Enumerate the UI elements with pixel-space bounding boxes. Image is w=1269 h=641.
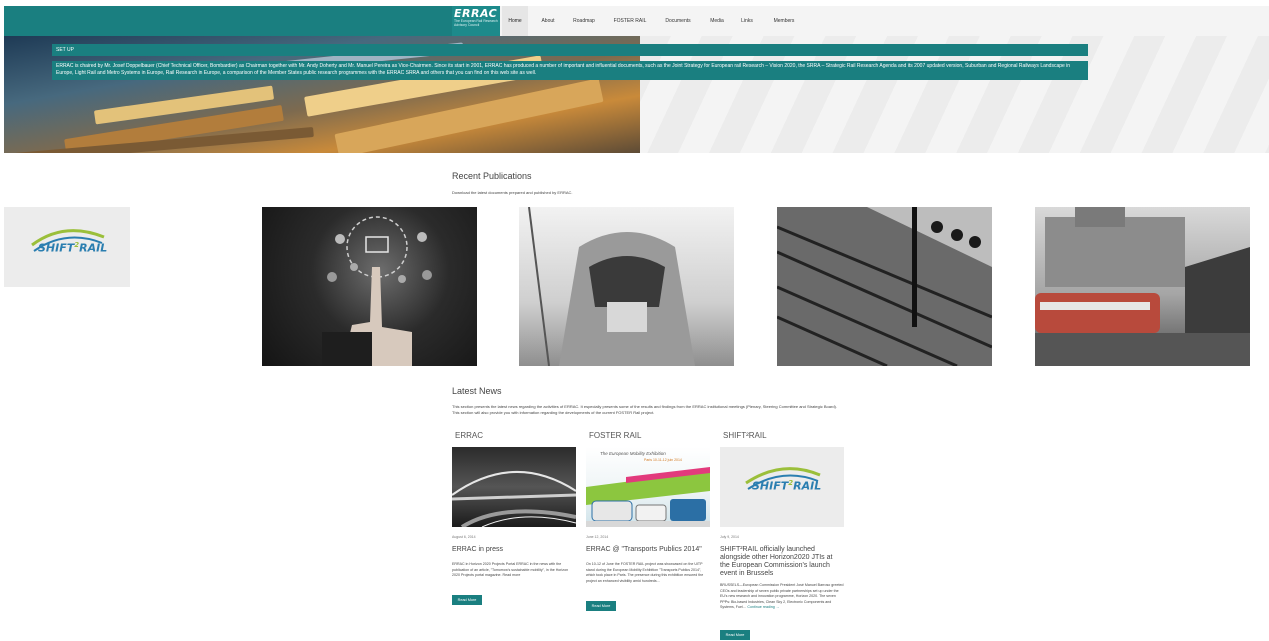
news-excerpt: On 10-12 of June the FOSTER RAIL project… (586, 562, 704, 583)
publication-thumbnail-station-tracks[interactable] (777, 207, 992, 366)
news-title-link[interactable]: ERRAC @ "Transports Publics 2014" (586, 546, 710, 554)
publication-thumbnail-city-train[interactable] (1035, 207, 1250, 366)
news-heading: Latest News (452, 386, 502, 396)
publication-thumbnail-train-snow[interactable] (519, 207, 734, 366)
train-front-icon (528, 207, 695, 366)
exhibition-caption: The European Mobility Exhibition (600, 451, 666, 456)
news-intro: This section presents the latest news re… (452, 404, 837, 415)
nav-members[interactable]: Members (768, 6, 800, 36)
read-more-button[interactable]: Read More (452, 595, 482, 605)
touch-hand-icon (322, 216, 432, 366)
read-more-button[interactable]: Read More (586, 601, 616, 611)
errac-logo[interactable]: ERRAC The European Rail Research Advisor… (452, 6, 500, 36)
logo-tagline: The European Rail Research Advisory Coun… (454, 19, 498, 27)
nav-links[interactable]: Links (736, 6, 758, 36)
news-date: August 6, 2014 (452, 535, 476, 539)
news-date: June 12, 2014 (586, 535, 609, 539)
news-image-shift2rail-logo[interactable]: SHIFT2RAIL (720, 447, 844, 527)
news-column-heading-shift2rail: SHIFT²RAIL (723, 431, 767, 440)
header-teal-strip (4, 6, 500, 36)
setup-description: ERRAC is chaired by Mr. Josef Doppelbaue… (52, 61, 1088, 80)
nav-about[interactable]: About (536, 6, 560, 36)
continue-reading-link[interactable]: Continue reading → (747, 605, 779, 609)
read-more-button[interactable]: Read More (720, 630, 750, 640)
shift2rail-logo-card[interactable]: SHIFT2RAIL (4, 207, 130, 287)
news-title-link[interactable]: ERRAC in press (452, 546, 576, 554)
rail-tracks-icon (777, 207, 992, 366)
publication-thumbnail-technology[interactable] (262, 207, 477, 366)
nav-roadmap[interactable]: Roadmap (568, 6, 600, 36)
nav-foster-rail[interactable]: FOSTER RAIL (610, 6, 650, 36)
news-title-link[interactable]: SHIFT²RAIL officially launched alongside… (720, 546, 844, 578)
news-column-heading-errac: ERRAC (455, 431, 484, 440)
bridge-icon (452, 471, 576, 527)
news-image-bridge[interactable] (452, 447, 576, 527)
news-excerpt-text: BRUSSELS—European Commission President J… (720, 583, 844, 609)
shift2rail-logo: SHIFT2RAIL (752, 479, 822, 493)
news-excerpt: BRUSSELS—European Commission President J… (720, 583, 844, 611)
nav-home[interactable]: Home (502, 6, 528, 36)
nav-media[interactable]: Media (706, 6, 728, 36)
news-excerpt: ERRAC in Horizon 2020 Projects Portal ER… (452, 562, 569, 577)
setup-label-bar: SET UP (52, 44, 1088, 56)
news-column-heading-foster-rail: FOSTER RAIL (589, 431, 642, 440)
news-image-mobility-exhibition[interactable]: The European Mobility Exhibition Paris 1… (586, 447, 710, 527)
exhibition-dates: Paris 10-11-12 juin 2014 (644, 458, 682, 462)
city-train-icon (1035, 207, 1250, 366)
news-date: July 9, 2014 (720, 535, 739, 539)
shift2rail-logo: SHIFT2RAIL (38, 241, 108, 255)
publications-subtitle: Download the latest documents prepared a… (452, 190, 573, 195)
nav-documents[interactable]: Documents (660, 6, 696, 36)
publications-heading: Recent Publications (452, 171, 532, 181)
